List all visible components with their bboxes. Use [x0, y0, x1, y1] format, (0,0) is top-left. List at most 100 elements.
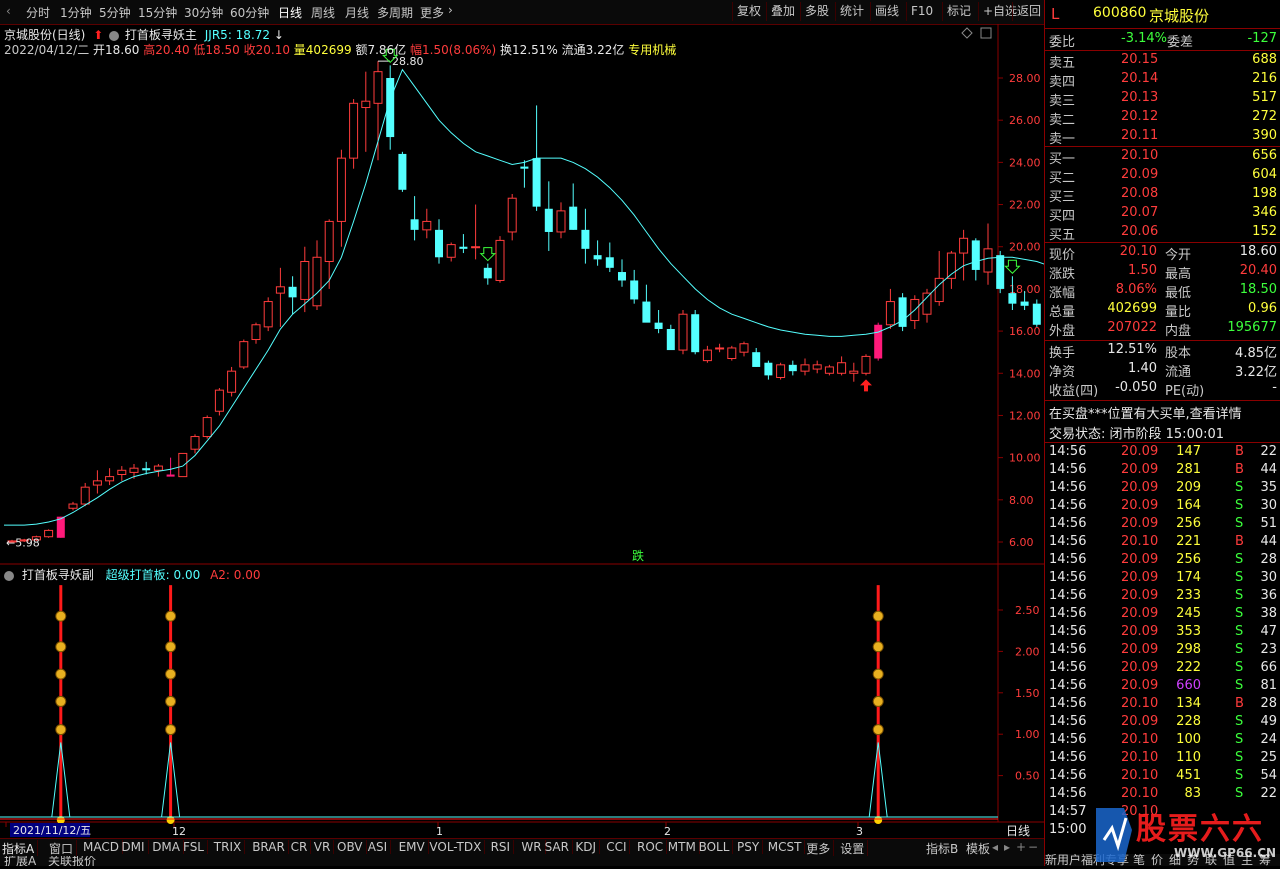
stat-label-2: 内盘	[1165, 324, 1192, 339]
stat-value-2: 195677	[1227, 320, 1277, 335]
bid-price: 20.10	[1121, 148, 1159, 163]
tick-count: 23	[1260, 642, 1277, 657]
indicator-tab-0[interactable]: 指标A	[2, 840, 39, 857]
indicator-tab-17[interactable]: KDJ	[575, 840, 601, 854]
indicator-tab-3[interactable]: DMI	[121, 840, 149, 854]
tick-time: 14:56	[1049, 624, 1087, 639]
indicator-tab-11[interactable]: ASI	[368, 840, 392, 854]
bid-label: 买一	[1049, 152, 1076, 167]
tick-count: 81	[1260, 678, 1277, 693]
candle-body	[422, 220, 432, 231]
tick-row: 14:56 20.10 110 S 25	[1049, 750, 1277, 768]
candle-body	[764, 362, 773, 376]
coin-icon	[165, 610, 177, 622]
tick-count: 49	[1260, 714, 1277, 729]
indicator-tab-2[interactable]: MACD	[83, 840, 123, 854]
indicator-tab-10[interactable]: OBV	[337, 840, 367, 854]
candle-body	[251, 324, 261, 341]
indicator-tab-22[interactable]: PSY	[737, 840, 764, 854]
extension-tab-0[interactable]: 扩展A	[4, 856, 36, 866]
extension-tab-1[interactable]: 关联报价	[48, 856, 96, 866]
ask-row: 卖三 20.13 517	[1049, 90, 1277, 109]
tick-price: 20.09	[1121, 642, 1159, 657]
tick-time: 14:56	[1049, 786, 1087, 801]
indicator-tab-14[interactable]: RSI	[491, 840, 515, 854]
indicator-toggle-icon[interactable]	[109, 30, 120, 41]
ask-label: 卖三	[1049, 94, 1076, 109]
ohlc-close: 收20.10	[243, 43, 290, 57]
indicator-right-tab-0[interactable]: 指标B	[926, 840, 958, 857]
buy-signal-arrow-icon	[860, 379, 872, 392]
indicator-tab-4[interactable]: DMA	[152, 840, 184, 854]
indicator-tab-19[interactable]: ROC	[637, 840, 668, 854]
tick-count: 25	[1260, 750, 1277, 765]
indicator-tab-16[interactable]: SAR	[545, 840, 573, 854]
candle-body	[507, 197, 517, 233]
tick-row: 14:56 20.10 134 B 28	[1049, 696, 1277, 714]
main-y-tick-label: 16.00	[1009, 325, 1041, 338]
zoom-out-icon[interactable]: −	[1028, 840, 1038, 854]
chart-expand-icon[interactable]	[980, 27, 992, 39]
candle-body	[788, 364, 797, 372]
x-period-label[interactable]: 日线	[1006, 824, 1030, 838]
indicator-tab-12[interactable]: EMV	[399, 840, 429, 854]
main-indicator-name[interactable]: 打首板寻妖主	[125, 28, 197, 42]
tick-row: 14:56 20.09 233 S 36	[1049, 588, 1277, 606]
tick-side: S	[1235, 786, 1244, 801]
ohlc-change: 幅1.50(8.06%)	[410, 43, 497, 57]
indicator-tab-13[interactable]: VOL-TDX	[429, 840, 486, 854]
big-order-notice-text[interactable]: 在买盘***位置有大买单,查看详情	[1049, 403, 1242, 422]
tick-price: 20.10	[1121, 786, 1159, 801]
sub-indicator-name[interactable]: 打首板寻妖副	[22, 568, 94, 582]
indicator-tab-20[interactable]: MTM	[668, 840, 700, 854]
candle-body	[495, 239, 505, 281]
indicator-tab-7[interactable]: BRAR	[252, 840, 289, 854]
ohlc-turnover: 换12.51%	[500, 43, 558, 57]
ask-label: 卖五	[1049, 56, 1076, 71]
tick-row: 14:56 20.10 451 S 54	[1049, 768, 1277, 786]
tick-time: 14:56	[1049, 678, 1087, 693]
bid-row: 买五 20.06 152	[1049, 224, 1277, 243]
tick-row: 14:56 20.10 221 B 44	[1049, 534, 1277, 552]
main-y-tick-label: 26.00	[1009, 114, 1041, 127]
tick-count: 51	[1260, 516, 1277, 531]
chart-option-diamond-icon[interactable]	[961, 27, 973, 39]
tick-volume: 174	[1176, 570, 1201, 585]
indicator-tab-8[interactable]: CR	[291, 840, 312, 854]
indicator-tab-23[interactable]: MCST	[768, 840, 806, 854]
candle-body	[142, 468, 151, 471]
indicator-tab-24[interactable]: 更多	[806, 840, 835, 857]
stat-value: 8.06%	[1115, 282, 1157, 297]
indicator-tab-25[interactable]: 设置	[840, 840, 869, 857]
coin-icon	[55, 641, 67, 653]
candle-body	[459, 246, 468, 249]
candle-body	[349, 102, 359, 159]
ohlc-volume: 量402699	[293, 43, 352, 57]
tick-time: 14:56	[1049, 714, 1087, 729]
tick-volume: 256	[1176, 516, 1201, 531]
stat-value: 207022	[1107, 320, 1157, 335]
sub-indicator-toggle-icon[interactable]	[4, 570, 14, 581]
chart-canvas[interactable]: 6.008.0010.0012.0014.0016.0018.0020.0022…	[0, 0, 1044, 838]
zoom-in-icon[interactable]: +	[1016, 840, 1026, 854]
ohlc-amount: 额7.86亿	[355, 43, 407, 57]
candle-body	[885, 301, 895, 326]
ask-price: 20.14	[1121, 71, 1159, 86]
big-order-notice[interactable]: 在买盘***位置有大买单,查看详情	[1049, 403, 1277, 422]
tick-time: 14:56	[1049, 480, 1087, 495]
indicator-tab-6[interactable]: TRIX	[214, 840, 246, 854]
indicator-tab-1[interactable]: 窗口	[49, 840, 78, 857]
quote-panel: L 600860 京城股份 委比 -3.14% 委差 -127 卖五 20.15 6…	[1044, 0, 1280, 866]
ask-row: 卖一 20.11 390	[1049, 128, 1277, 147]
scroll-right-icon[interactable]: ▸	[1004, 840, 1010, 854]
scroll-left-icon[interactable]: ◂	[992, 840, 998, 854]
indicator-tab-21[interactable]: BOLL	[699, 840, 734, 854]
indicator-tab-5[interactable]: FSL	[183, 840, 208, 854]
min-price-label: ←5.98	[6, 536, 40, 549]
tick-time: 14:56	[1049, 516, 1087, 531]
indicator-tab-9[interactable]: VR	[314, 840, 335, 854]
indicator-tab-15[interactable]: WR	[521, 840, 546, 854]
indicator-tab-18[interactable]: CCI	[606, 840, 631, 854]
indicator-right-tab-1[interactable]: 模板	[966, 840, 990, 857]
candle-body	[776, 364, 786, 378]
